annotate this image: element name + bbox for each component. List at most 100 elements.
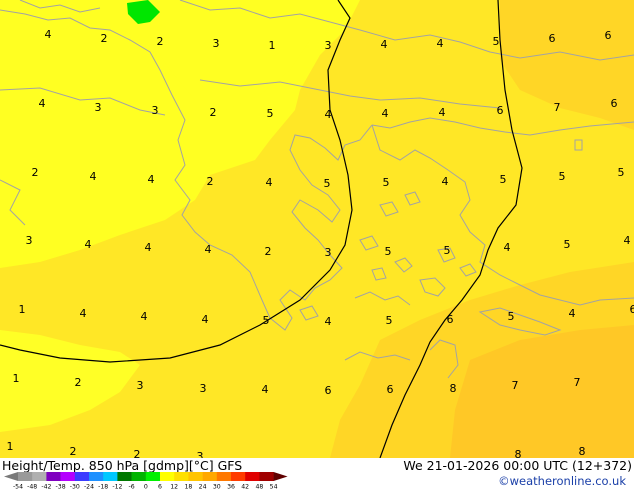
temperature-label: 6: [605, 29, 612, 42]
scale-swatch: [216, 472, 232, 481]
temperature-label: 5: [559, 170, 566, 183]
scale-label: -18: [98, 484, 108, 490]
scale-label: 6: [158, 484, 162, 490]
temperature-label: 6: [325, 384, 332, 397]
temperature-label: 2: [134, 448, 141, 458]
temperature-label: 2: [32, 166, 39, 179]
scale-swatch: [18, 472, 33, 481]
temperature-label: 4: [45, 28, 52, 41]
scale-label: -48: [27, 484, 37, 490]
scale-label: -54: [13, 484, 23, 490]
temperature-label: 6: [630, 303, 634, 316]
temperature-label: 2: [210, 106, 217, 119]
temperature-label: 4: [262, 383, 269, 396]
temperature-label: 4: [381, 38, 388, 51]
temperature-label: 2: [101, 32, 108, 45]
temperature-label: 8: [450, 382, 457, 395]
scale-label: 12: [170, 484, 178, 490]
scale-label: -12: [112, 484, 122, 490]
scale-swatch: [145, 472, 161, 481]
temperature-label: 5: [564, 238, 571, 251]
temperature-label: 5: [386, 314, 393, 327]
scale-swatch: [160, 472, 175, 481]
temperature-label: 4: [266, 176, 273, 189]
temperature-label: 4: [569, 307, 576, 320]
temperature-label: 4: [325, 315, 332, 328]
scale-label: 48: [255, 484, 263, 490]
scale-cap-left: [4, 472, 18, 481]
temperature-label: 8: [515, 448, 522, 458]
temperature-label: 5: [324, 177, 331, 190]
temperature-label: 4: [85, 238, 92, 251]
temperature-label: 3: [152, 104, 159, 117]
map-panel: 4 2 2 3 1 3 4 4 5 6 6 4 3 3 2 5 4 4 4 6 7 6 2 4 4 2 4 5 5 4 5 5 5 3 4 4 4 2 3 5…: [0, 0, 634, 458]
temperature-label: 2: [70, 445, 77, 458]
scale-label: -6: [129, 484, 135, 490]
credit-link[interactable]: ©weatheronline.co.uk: [498, 474, 626, 488]
valid-time: We 21-01-2026 00:00 UTC (12+372): [403, 458, 632, 473]
scale-label: 36: [227, 484, 235, 490]
temperature-label: 1: [13, 372, 20, 385]
scale-swatch: [117, 472, 132, 481]
temperature-label: 4: [39, 97, 46, 110]
temperature-label: 3: [95, 101, 102, 114]
temperature-label: 4: [437, 37, 444, 50]
temperature-label: 2: [265, 245, 272, 258]
temperature-label: 1: [7, 440, 14, 453]
temperature-label: 4: [145, 241, 152, 254]
scale-cap-right: [273, 472, 288, 481]
temperature-label: 5: [444, 244, 451, 257]
color-scale-bar: -54 -48 -42 -38 -30 -24 -18 -12 -6 0 6 12 18 24 30 36 42…: [4, 472, 288, 490]
temperature-label: 3: [200, 382, 207, 395]
scale-label: -42: [41, 484, 51, 490]
temperature-label: 1: [19, 303, 26, 316]
temperature-label: 4: [382, 107, 389, 120]
scale-swatch: [131, 472, 147, 481]
scale-label: 18: [184, 484, 192, 490]
scale-swatch: [188, 472, 203, 481]
temperature-label: 5: [618, 166, 625, 179]
temperature-label: 3: [26, 234, 33, 247]
scale-swatch: [74, 472, 90, 481]
scale-swatch: [245, 472, 260, 481]
temperature-label: 3: [197, 450, 204, 458]
temperature-label: 7: [554, 101, 561, 114]
temperature-label: 2: [75, 376, 82, 389]
temperature-label: 4: [141, 310, 148, 323]
temperature-label: 4: [504, 241, 511, 254]
temperature-label: 4: [148, 173, 155, 186]
scale-swatch: [60, 472, 76, 481]
scale-label: 30: [213, 484, 221, 490]
scale-label: 42: [241, 484, 249, 490]
temperature-label: 4: [442, 175, 449, 188]
temperature-label: 7: [574, 376, 581, 389]
scale-label: 54: [270, 484, 278, 490]
temperature-label: 2: [157, 35, 164, 48]
temperature-label: 6: [387, 383, 394, 396]
temperature-label: 1: [269, 39, 276, 52]
temperature-field-map: 4 2 2 3 1 3 4 4 5 6 6 4 3 3 2 5 4 4 4 6 7 6 2 4 4 2 4 5 5 4 5 5 5 3 4 4 4 2 3 5…: [0, 0, 634, 458]
temperature-label: 5: [508, 310, 515, 323]
temperature-label: 2: [207, 175, 214, 188]
temperature-label: 5: [263, 314, 270, 327]
scale-swatch: [32, 472, 47, 481]
temperature-label: 4: [80, 307, 87, 320]
temperature-label: 3: [137, 379, 144, 392]
scale-swatch: [103, 472, 118, 481]
temperature-label: 8: [579, 445, 586, 458]
temperature-label: 3: [213, 37, 220, 50]
temperature-label: 6: [497, 104, 504, 117]
temperature-label: 5: [493, 35, 500, 48]
scale-swatch: [259, 472, 274, 481]
temperature-label: 4: [439, 106, 446, 119]
scale-label: -24: [84, 484, 94, 490]
scale-label: -38: [56, 484, 66, 490]
scale-label: -30: [70, 484, 80, 490]
temperature-label: 6: [549, 32, 556, 45]
temperature-label: 6: [447, 313, 454, 326]
temperature-label: 4: [202, 313, 209, 326]
temperature-label: 4: [205, 243, 212, 256]
scale-swatch: [202, 472, 218, 481]
temperature-label: 4: [90, 170, 97, 183]
scale-label: 24: [199, 484, 207, 490]
